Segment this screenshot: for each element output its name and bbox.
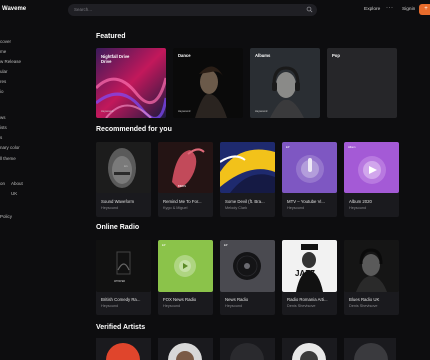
card-title[interactable]: Remind Me To For... <box>163 199 213 204</box>
radio-artwork <box>96 240 151 292</box>
card-subtitle[interactable]: Heysound <box>225 304 242 308</box>
artists-title: Verified Artists <box>96 324 146 331</box>
featured-label: Dance <box>178 53 191 58</box>
sidebar-item-full-theme[interactable]: ll theme <box>0 156 16 161</box>
recommended-card[interactable]: Album Album 2020 Heysound <box>344 142 399 217</box>
record-icon <box>220 240 275 292</box>
card-title[interactable]: FOX News Radio <box>163 297 213 302</box>
featured-artwork <box>250 48 320 118</box>
card-title[interactable]: Sound Waveform <box>101 199 151 204</box>
search-input[interactable]: Search... <box>68 4 317 16</box>
artwork-caption: EP <box>286 146 290 149</box>
featured-artwork <box>173 48 243 118</box>
top-bar: Waveme Search... Explore ··· Signin + <box>0 0 430 20</box>
featured-label: Albums <box>255 53 271 58</box>
card-title[interactable]: Some Devil (ft. Bra... <box>225 199 275 204</box>
sidebar-item-new-release[interactable]: w Release <box>0 59 21 64</box>
featured-card[interactable]: Pop <box>327 48 397 118</box>
signin-link[interactable]: Signin <box>402 7 415 12</box>
card-subtitle[interactable]: Heysound <box>163 304 180 308</box>
artwork-caption: JAZZ <box>295 269 315 278</box>
sidebar-item-artists[interactable]: ists <box>0 125 7 130</box>
album-artwork <box>220 142 275 193</box>
upload-button[interactable]: + <box>419 4 430 15</box>
featured-card[interactable]: Albums Heywound <box>250 48 320 118</box>
artwork-caption: Lin <box>124 165 128 168</box>
sidebar: cover me w Release ular res io ws ists s… <box>0 20 60 360</box>
featured-card[interactable]: Nightfall Drive Drive Heywound <box>96 48 166 118</box>
featured-note: Heywound <box>101 110 114 113</box>
app-logo[interactable]: Waveme <box>2 6 26 12</box>
radio-artwork <box>158 240 213 292</box>
album-artwork <box>344 142 399 193</box>
sidebar-item-genres[interactable]: res <box>0 79 6 84</box>
artwork-caption: EP <box>224 244 228 247</box>
radio-card[interactable]: Blues Radio UK Denis Shevtsove <box>344 240 399 315</box>
featured-artwork <box>327 48 397 118</box>
artwork-caption: Album <box>348 146 356 149</box>
card-title[interactable]: British Comedy Ra... <box>101 297 151 302</box>
sidebar-item-primary-color[interactable]: nary color <box>0 145 20 150</box>
card-title[interactable]: Album 2020 <box>349 199 399 204</box>
sidebar-item-s[interactable]: s <box>0 135 2 140</box>
card-subtitle[interactable]: Melody Clark <box>225 206 247 210</box>
sidebar-item-popular[interactable]: ular <box>0 69 8 74</box>
artwork-caption: BIRDS <box>178 185 186 188</box>
search-placeholder: Search... <box>74 7 93 12</box>
sidebar-item-uk[interactable]: UK <box>11 191 17 196</box>
card-subtitle[interactable]: Heysound <box>101 304 118 308</box>
card-subtitle[interactable]: Kygo & Miguel <box>163 206 187 210</box>
radio-card[interactable]: WHISPER British Comedy Ra... Heysound <box>96 240 151 315</box>
artists-row <box>96 338 396 360</box>
card-subtitle[interactable]: Heysound <box>349 206 366 210</box>
card-subtitle[interactable]: Denis Shevtsove <box>349 304 378 308</box>
radio-artwork <box>282 240 337 292</box>
more-menu-button[interactable]: ··· <box>386 5 394 11</box>
sidebar-item-shows[interactable]: ws <box>0 115 6 120</box>
featured-card[interactable]: Dance Heywound <box>173 48 243 118</box>
radio-card[interactable]: JAZZ Radio Romania Arti... Denis Shevtso… <box>282 240 337 315</box>
featured-title: Featured <box>96 33 126 40</box>
recommended-title: Recommended for you <box>96 126 172 133</box>
recommended-card[interactable]: Lin Sound Waveform Heysound <box>96 142 151 217</box>
explore-link[interactable]: Explore <box>364 7 380 12</box>
sidebar-item-policy[interactable]: Policy <box>0 214 12 219</box>
card-title[interactable]: News Radio <box>225 297 275 302</box>
radio-card[interactable]: EP FOX News Radio Heysound <box>158 240 213 315</box>
featured-note: Heywound <box>255 110 268 113</box>
card-subtitle[interactable]: Heysound <box>101 206 118 210</box>
featured-label: Pop <box>332 53 340 58</box>
featured-note: Heywound <box>178 110 191 113</box>
radio-card[interactable]: EP News Radio Heysound <box>220 240 275 315</box>
sidebar-item-discover[interactable]: cover <box>0 39 11 44</box>
sidebar-item-location[interactable]: on <box>0 181 5 186</box>
card-subtitle[interactable]: Heysound <box>287 206 304 210</box>
recommended-card[interactable]: EP MTV – Youtube Vi... Heysound <box>282 142 337 217</box>
artwork-caption: EP <box>162 244 166 247</box>
card-subtitle[interactable]: Denis Shevtsove <box>287 304 316 308</box>
card-title[interactable]: MTV – Youtube Vi... <box>287 199 337 204</box>
card-title[interactable]: Radio Romania Arti... <box>287 297 337 302</box>
card-title[interactable]: Blues Radio UK <box>349 297 399 302</box>
sidebar-item-radio[interactable]: io <box>0 89 4 94</box>
sidebar-item-home[interactable]: me <box>0 49 6 54</box>
featured-label-line2: Drive <box>101 59 112 64</box>
radio-title: Online Radio <box>96 224 140 231</box>
recommended-card[interactable]: BIRDS Remind Me To For... Kygo & Miguel <box>158 142 213 217</box>
recommended-card[interactable]: Some Devil (ft. Bra... Melody Clark <box>220 142 275 217</box>
search-icon[interactable] <box>306 6 313 13</box>
radio-artwork <box>344 240 399 292</box>
artwork-caption: WHISPER <box>114 280 126 283</box>
album-artwork <box>282 142 337 193</box>
sidebar-item-about[interactable]: About <box>11 181 23 186</box>
